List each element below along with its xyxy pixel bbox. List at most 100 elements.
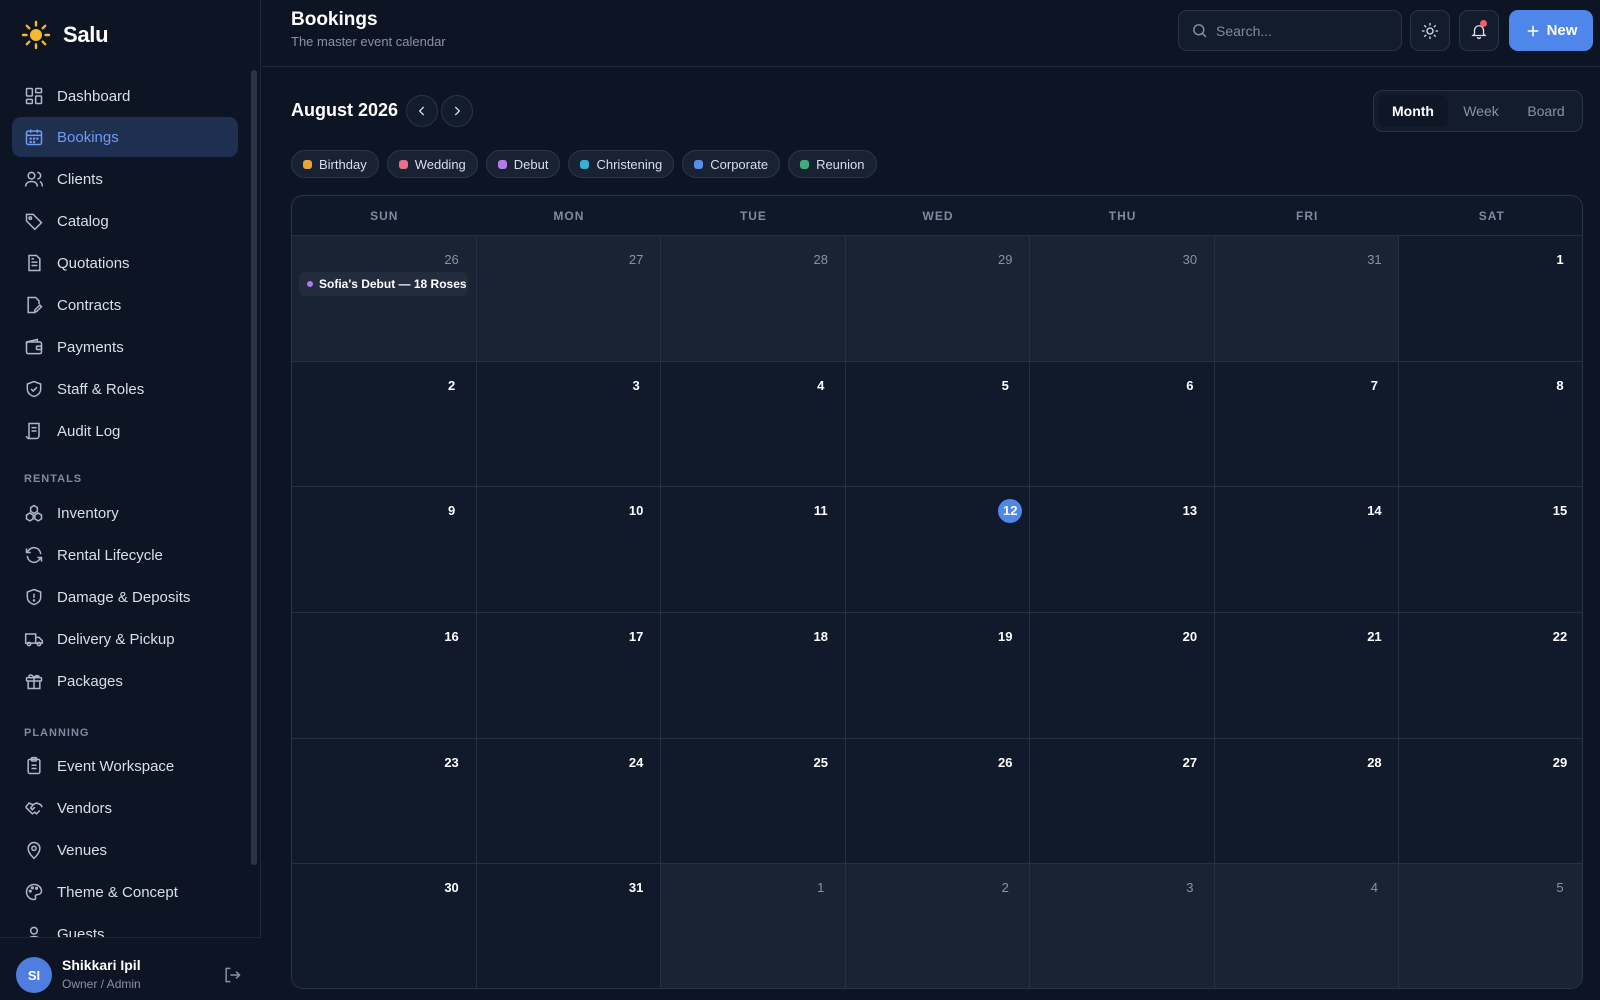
day-number: 30 bbox=[1182, 252, 1198, 267]
calendar-day-cell[interactable]: 3 bbox=[1030, 864, 1215, 988]
calendar-day-cell[interactable]: 2 bbox=[292, 361, 477, 488]
day-number: 25 bbox=[813, 754, 828, 770]
calendar-day-cell[interactable]: 29 bbox=[1399, 738, 1582, 865]
calendar-day-cell[interactable]: 16 bbox=[292, 612, 477, 739]
calendar-day-cell[interactable]: 19 bbox=[845, 612, 1031, 739]
calendar-day-cell[interactable]: 5 bbox=[1399, 864, 1582, 988]
legend-chip-reunion[interactable]: Reunion bbox=[788, 150, 877, 178]
calendar-day-cell[interactable]: 31 bbox=[1214, 236, 1400, 362]
view-toggle: Month Week Board bbox=[1373, 90, 1583, 132]
legend-dot bbox=[497, 159, 507, 169]
legend-chip-wedding[interactable]: Wedding bbox=[386, 150, 478, 178]
sidebar-item-catalog[interactable]: Catalog bbox=[12, 201, 238, 241]
sidebar-item-rental-lifecycle[interactable]: Rental Lifecycle bbox=[12, 535, 238, 575]
sidebar-item-guests[interactable]: Guests bbox=[12, 914, 238, 938]
avatar[interactable]: SI bbox=[16, 957, 52, 993]
search-box[interactable] bbox=[1178, 10, 1402, 51]
calendar-day-cell[interactable]: 31 bbox=[476, 864, 662, 988]
calendar-day-cell[interactable]: 30 bbox=[292, 864, 477, 988]
sidebar-item-staff-roles[interactable]: Staff & Roles bbox=[12, 369, 238, 409]
sidebar-item-audit-log[interactable]: Audit Log bbox=[12, 411, 238, 451]
calendar-day-cell[interactable]: 4 bbox=[1214, 864, 1400, 988]
calendar-day-cell[interactable]: 10 bbox=[476, 487, 662, 613]
calendar-day-cell[interactable]: 23 bbox=[292, 738, 477, 865]
calendar-day-cell[interactable]: 12 bbox=[845, 487, 1031, 613]
day-number: 5 bbox=[1001, 377, 1009, 393]
calendar-day-cell[interactable]: 1 bbox=[661, 864, 846, 988]
logout-icon[interactable] bbox=[222, 965, 242, 985]
event-pill[interactable]: Sofia's Debut — 18 Roses bbox=[299, 272, 468, 296]
calendar-day-cell[interactable]: 7 bbox=[1214, 361, 1400, 488]
sidebar-item-contracts[interactable]: Contracts bbox=[12, 285, 238, 325]
sidebar-scrollbar[interactable] bbox=[251, 70, 257, 865]
calendar-day-cell[interactable]: 9 bbox=[292, 487, 477, 613]
legend-chip-corporate[interactable]: Corporate bbox=[682, 150, 781, 178]
sidebar-item-theme-concept[interactable]: Theme & Concept bbox=[12, 872, 238, 912]
sidebar-item-label: Event Workspace bbox=[57, 757, 175, 775]
calendar-day-cell[interactable]: 14 bbox=[1214, 487, 1400, 613]
sidebar-item-clients[interactable]: Clients bbox=[12, 159, 238, 199]
calendar-day-cell[interactable]: 27 bbox=[1030, 738, 1215, 865]
calendar-day-cell[interactable]: 1 bbox=[1399, 236, 1582, 362]
calendar-day-cell[interactable]: 8 bbox=[1399, 361, 1582, 488]
theme-toggle-button[interactable] bbox=[1410, 10, 1450, 51]
legend-chip-debut[interactable]: Debut bbox=[485, 150, 561, 178]
view-week[interactable]: Week bbox=[1448, 95, 1514, 127]
sun-icon bbox=[1421, 22, 1439, 39]
calendar-day-cell[interactable]: 26 Sofia's Debut — 18 Roses bbox=[292, 236, 477, 362]
calendar-day-cell[interactable]: 25 bbox=[661, 738, 846, 865]
calendar-day-cell[interactable]: 5 bbox=[845, 361, 1031, 488]
calendar-day-cell[interactable]: 22 bbox=[1399, 612, 1582, 739]
day-number: 1 bbox=[817, 880, 825, 896]
notifications-button[interactable] bbox=[1459, 10, 1499, 51]
sidebar-item-quotations[interactable]: Quotations bbox=[12, 243, 238, 283]
sidebar-item-event-workspace[interactable]: Event Workspace bbox=[12, 746, 238, 786]
calendar-day-cell[interactable]: 3 bbox=[476, 361, 662, 488]
calendar-day-cell[interactable]: 28 bbox=[1214, 738, 1400, 865]
view-board[interactable]: Board bbox=[1514, 95, 1578, 127]
sidebar-item-delivery-pickup[interactable]: Delivery & Pickup bbox=[12, 619, 238, 659]
sidebar-item-bookings[interactable]: Bookings bbox=[12, 117, 238, 157]
users-icon bbox=[24, 171, 44, 187]
sidebar-item-packages[interactable]: Packages bbox=[12, 661, 238, 701]
sidebar-item-label: Dashboard bbox=[57, 87, 131, 105]
day-number: 28 bbox=[1367, 754, 1382, 770]
calendar-day-cell[interactable]: 30 bbox=[1030, 236, 1215, 362]
calendar-day-cell[interactable]: 28 bbox=[661, 236, 846, 362]
sidebar-item-venues[interactable]: Venues bbox=[12, 830, 238, 870]
calendar-grid: 26 Sofia's Debut — 18 Roses 27 28 29 30 31 1 2 3 4… bbox=[292, 236, 1582, 988]
search-input[interactable] bbox=[1216, 22, 1386, 39]
calendar-day-cell[interactable]: 17 bbox=[476, 612, 662, 739]
legend-chip-christening[interactable]: Christening bbox=[568, 150, 675, 178]
next-month-button[interactable] bbox=[441, 95, 473, 127]
legend-chip-birthday[interactable]: Birthday bbox=[291, 150, 379, 178]
new-button[interactable]: New bbox=[1509, 10, 1593, 51]
brand[interactable]: Salu bbox=[21, 18, 109, 52]
sidebar-item-inventory[interactable]: Inventory bbox=[12, 493, 238, 533]
sidebar-item-damage-deposits[interactable]: Damage & Deposits bbox=[12, 577, 238, 617]
prev-month-button[interactable] bbox=[406, 95, 438, 127]
calendar-day-cell[interactable]: 24 bbox=[476, 738, 662, 865]
calendar-day-cell[interactable]: 20 bbox=[1030, 612, 1215, 739]
sidebar-item-vendors[interactable]: Vendors bbox=[12, 788, 238, 828]
calendar-day-cell[interactable]: 21 bbox=[1214, 612, 1400, 739]
day-number: 26 bbox=[444, 252, 459, 267]
view-month[interactable]: Month bbox=[1378, 95, 1448, 127]
day-number: 21 bbox=[1367, 628, 1382, 644]
calendar-day-cell[interactable]: 13 bbox=[1030, 487, 1215, 613]
sidebar-item-dashboard[interactable]: Dashboard bbox=[12, 76, 238, 116]
calendar-day-cell[interactable]: 18 bbox=[661, 612, 846, 739]
calendar-day-cell[interactable]: 27 bbox=[476, 236, 662, 362]
sidebar-item-label: Rental Lifecycle bbox=[57, 546, 163, 564]
calendar-day-cell[interactable]: 4 bbox=[661, 361, 846, 488]
calendar-day-cell[interactable]: 6 bbox=[1030, 361, 1215, 488]
sidebar-item-payments[interactable]: Payments bbox=[12, 327, 238, 367]
calendar-day-cell[interactable]: 15 bbox=[1399, 487, 1582, 613]
sidebar-item-label: Delivery & Pickup bbox=[57, 630, 175, 648]
calendar-day-cell[interactable]: 26 bbox=[845, 738, 1031, 865]
calendar-day-cell[interactable]: 11 bbox=[661, 487, 846, 613]
calendar-day-cell[interactable]: 2 bbox=[845, 864, 1031, 988]
legend-label: Wedding bbox=[414, 156, 466, 172]
truck-icon bbox=[24, 633, 44, 647]
calendar-day-cell[interactable]: 29 bbox=[845, 236, 1031, 362]
